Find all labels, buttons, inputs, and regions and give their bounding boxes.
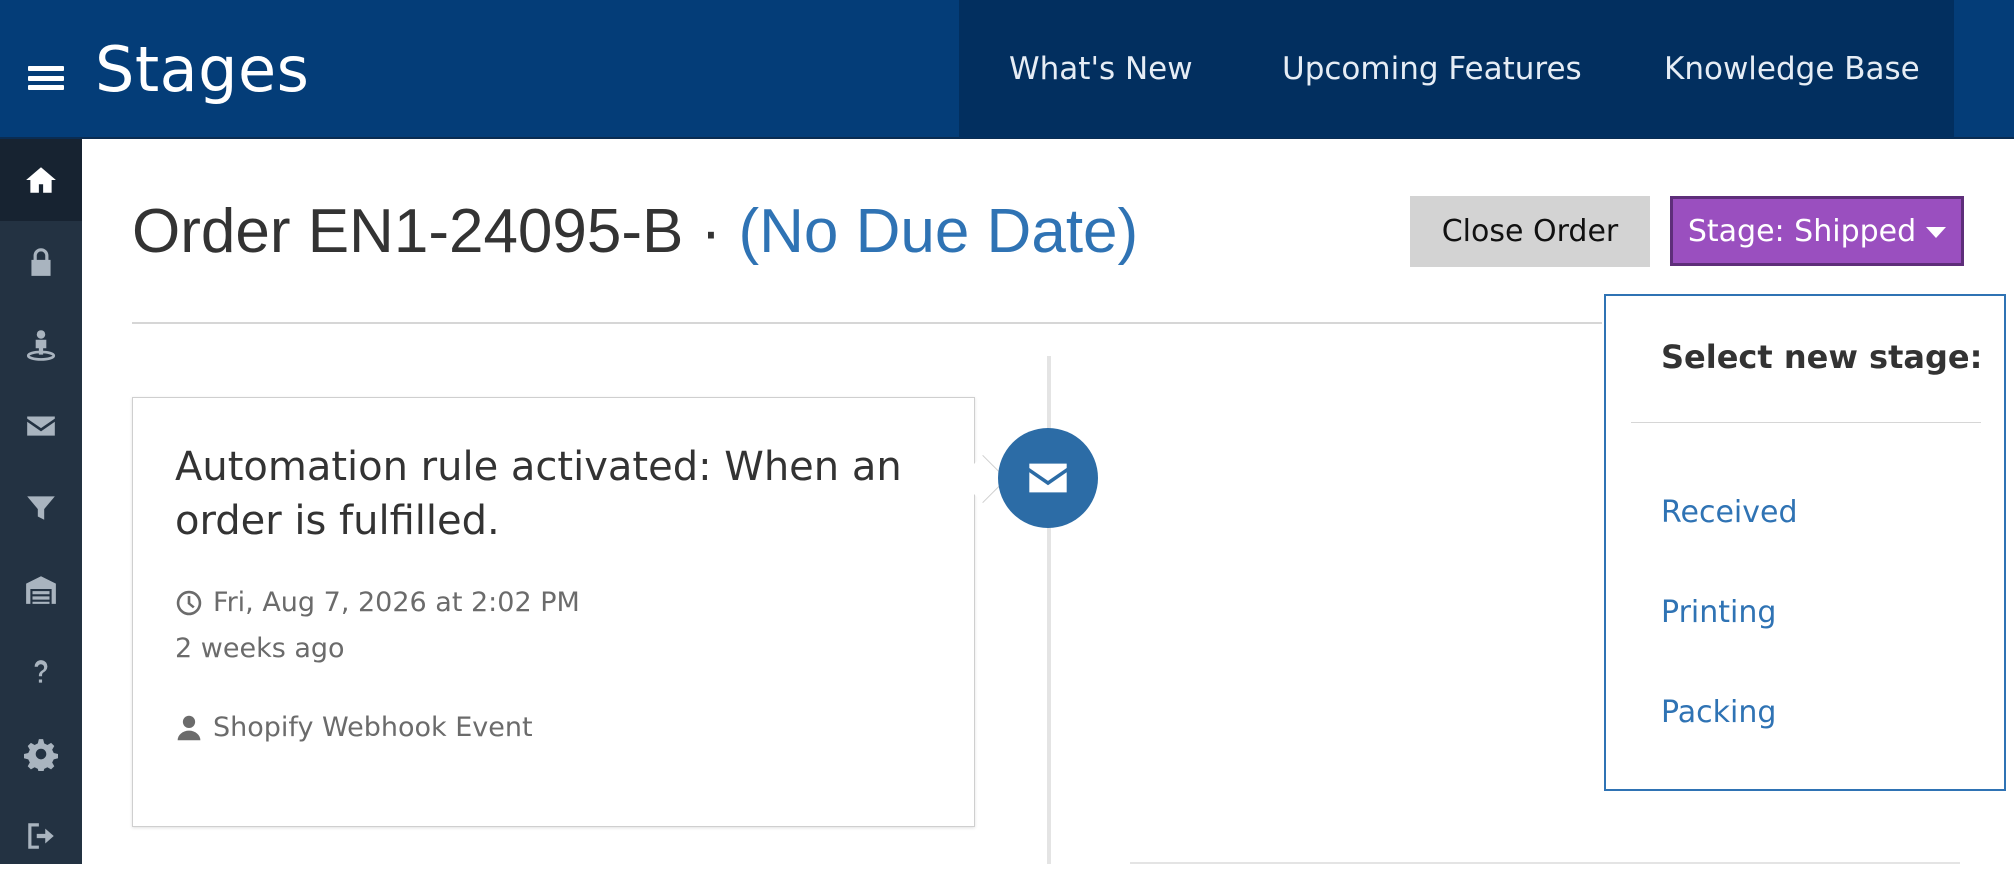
timeline-badge: [998, 428, 1098, 528]
stage-dropdown-menu: Select new stage: Received Printing Pack…: [1604, 294, 2006, 791]
nav-whats-new[interactable]: What's New: [1009, 49, 1193, 89]
sidebar-item-lock[interactable]: [0, 221, 82, 303]
hamburger-menu-icon[interactable]: [28, 66, 64, 90]
stage-button-label: Stage: Shipped: [1687, 213, 1917, 249]
event-title: Automation rule activated: When an order…: [175, 444, 902, 544]
order-number: Order EN1-24095-B ·: [132, 197, 739, 266]
nav-knowledge-base[interactable]: Knowledge Base: [1664, 49, 1920, 89]
user-icon: [177, 715, 201, 741]
home-icon: [26, 167, 56, 193]
page-title: Order EN1-24095-B · (No Due Date): [132, 193, 1138, 271]
event-timestamp-row: Fri, Aug 7, 2026 at 2:02 PM: [175, 585, 580, 621]
event-relative-time: 2 weeks ago: [175, 633, 345, 664]
envelope-icon: [27, 416, 55, 436]
warehouse-icon: [26, 576, 56, 604]
dropdown-divider: [1631, 422, 1981, 423]
stage-option-received[interactable]: Received: [1661, 495, 1798, 530]
sidebar-item-settings[interactable]: [0, 713, 82, 795]
clock-icon: [176, 590, 202, 616]
event-timestamp: Fri, Aug 7, 2026 at 2:02 PM: [213, 587, 580, 618]
app-title: Stages: [95, 33, 310, 106]
question-icon: [34, 660, 48, 683]
envelope-icon: [1029, 463, 1067, 493]
caret-down-icon: [1926, 227, 1947, 238]
top-nav: What's New Upcoming Features Knowledge B…: [959, 0, 1954, 138]
sidebar: [0, 139, 82, 864]
event-actor-row: Shopify Webhook Event: [175, 710, 533, 746]
header-divider: [132, 322, 1602, 324]
timeline-event-card: Automation rule activated: When an order…: [132, 397, 975, 827]
stage-option-packing[interactable]: Packing: [1661, 695, 1776, 730]
user-pin-icon: [26, 330, 56, 361]
sidebar-item-help[interactable]: [0, 631, 82, 713]
sidebar-item-filter[interactable]: [0, 467, 82, 549]
stage-option-printing[interactable]: Printing: [1661, 595, 1776, 630]
lock-icon: [31, 248, 51, 276]
sidebar-item-mail[interactable]: [0, 385, 82, 467]
sidebar-item-warehouse[interactable]: [0, 549, 82, 631]
sidebar-item-sign-out[interactable]: [0, 795, 82, 877]
close-order-button[interactable]: Close Order: [1410, 196, 1650, 267]
sidebar-item-user-pin[interactable]: [0, 303, 82, 385]
due-date-link[interactable]: (No Due Date): [738, 197, 1138, 266]
dropdown-header: Select new stage:: [1661, 338, 1983, 376]
sign-out-icon: [28, 823, 54, 849]
sidebar-item-home[interactable]: [0, 139, 82, 221]
event-actor: Shopify Webhook Event: [213, 712, 533, 743]
filter-icon: [27, 496, 55, 520]
gear-icon: [24, 739, 58, 771]
top-bar: Stages What's New Upcoming Features Know…: [0, 0, 2014, 139]
event-relative-time-row: 2 weeks ago: [175, 631, 345, 667]
stage-dropdown-button[interactable]: Stage: Shipped: [1670, 196, 1964, 266]
nav-upcoming-features[interactable]: Upcoming Features: [1282, 49, 1582, 89]
